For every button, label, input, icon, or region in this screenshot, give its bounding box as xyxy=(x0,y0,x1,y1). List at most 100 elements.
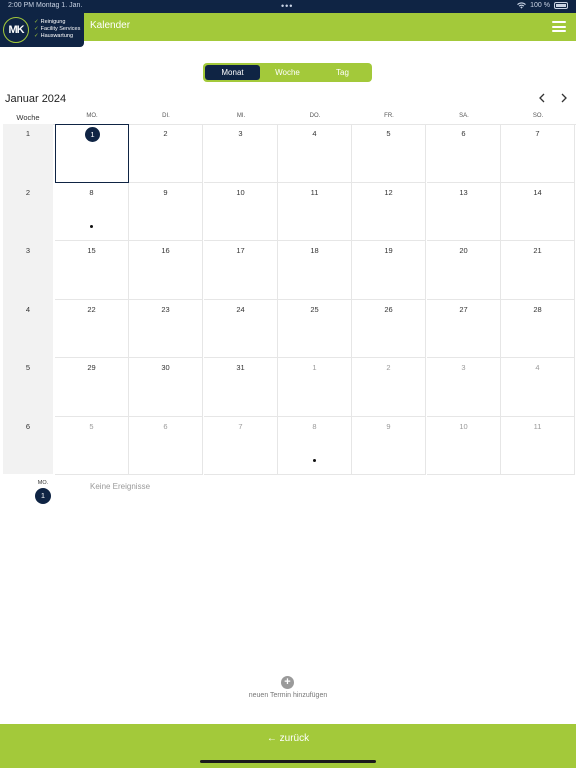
calendar-day-cell[interactable]: 28 xyxy=(501,299,575,358)
view-day-button[interactable]: Tag xyxy=(315,65,370,80)
back-button[interactable]: ← zurück xyxy=(250,733,326,744)
calendar-day-cell[interactable]: 24 xyxy=(204,299,278,358)
view-month-button[interactable]: Monat xyxy=(205,65,260,80)
calendar-day-cell[interactable]: 6 xyxy=(427,124,501,183)
check-icon: ✓ xyxy=(34,26,39,32)
selected-day-number: 1 xyxy=(35,488,51,504)
calendar-day-cell[interactable]: 20 xyxy=(427,241,501,300)
calendar-day-cell[interactable]: 17 xyxy=(204,241,278,300)
week-number: 5 xyxy=(25,363,31,372)
back-label: zurück xyxy=(279,733,310,744)
status-time: 2:00 PM Montag 1. Jan. xyxy=(8,2,83,9)
plus-icon[interactable]: + xyxy=(281,676,294,689)
weekday-label: FR. xyxy=(384,113,394,119)
hamburger-icon[interactable] xyxy=(552,21,566,32)
calendar-day-cell[interactable]: 26 xyxy=(352,299,426,358)
day-number: 21 xyxy=(533,246,542,255)
calendar-day-cell[interactable]: 11 xyxy=(501,416,575,475)
day-number: 13 xyxy=(459,187,468,197)
day-number: 4 xyxy=(312,129,317,138)
weekday-label: DI. xyxy=(162,113,170,119)
chevron-left-icon[interactable] xyxy=(536,93,548,106)
calendar-day-cell[interactable]: 2 xyxy=(129,124,203,183)
add-appointment-button[interactable]: neuen Termin hinzufügen xyxy=(200,692,376,699)
status-right: 100 % xyxy=(517,2,568,9)
chevron-right-icon[interactable] xyxy=(558,93,570,106)
calendar-day-cell[interactable]: 19 xyxy=(352,241,426,300)
week-column-header: Woche xyxy=(16,113,40,122)
calendar-day-cell[interactable]: 18 xyxy=(278,241,352,300)
day-number: 3 xyxy=(461,363,466,372)
calendar-day-cell[interactable]: 29 xyxy=(55,358,129,417)
calendar-day-cell[interactable]: 25 xyxy=(278,299,352,358)
calendar-day-cell[interactable]: 9 xyxy=(352,416,426,475)
calendar-day-cell[interactable]: 1 xyxy=(278,358,352,417)
calendar-day-cell[interactable]: 3 xyxy=(204,124,278,183)
calendar-day-cell[interactable]: 11 xyxy=(278,182,352,241)
day-number: 18 xyxy=(310,246,319,255)
selected-day-name: MO. xyxy=(37,480,49,486)
event-dot xyxy=(313,458,316,462)
calendar-day-cell[interactable]: 22 xyxy=(55,299,129,358)
day-number: 12 xyxy=(384,187,393,197)
day-number: 8 xyxy=(312,421,317,431)
day-number: 9 xyxy=(386,421,391,431)
app-header: Kalender xyxy=(0,13,576,41)
calendar-day-cell[interactable]: 16 xyxy=(129,241,203,300)
day-number: 31 xyxy=(236,363,245,372)
weekday-header: Woche MO. DI. MI. DO. FR. SA. SO. xyxy=(0,110,576,124)
day-number: 27 xyxy=(459,304,468,314)
arrow-left-icon: ← xyxy=(266,733,277,744)
page-title: Kalender xyxy=(90,20,131,31)
view-week-button[interactable]: Woche xyxy=(260,65,315,80)
footer-bar: ← zurück xyxy=(0,724,576,768)
calendar-day-cell[interactable]: 5 xyxy=(55,416,129,475)
day-number: 11 xyxy=(310,187,319,197)
calendar-day-cell[interactable]: 4 xyxy=(501,358,575,417)
calendar-day-cell[interactable]: 9 xyxy=(129,182,203,241)
day-number: 6 xyxy=(163,421,168,431)
week-number: 6 xyxy=(25,421,31,431)
day-number: 3 xyxy=(238,129,243,138)
event-dot xyxy=(90,224,93,228)
day-number: 26 xyxy=(384,304,393,314)
day-number: 16 xyxy=(161,246,170,255)
wifi-icon xyxy=(517,2,527,9)
weekday-label: SA. xyxy=(459,113,469,119)
calendar-day-cell[interactable]: 8 xyxy=(278,416,352,475)
calendar-day-cell[interactable]: 4 xyxy=(278,124,352,183)
calendar-day-cell[interactable]: 31 xyxy=(204,358,278,417)
day-number: 29 xyxy=(87,363,96,372)
calendar-day-cell[interactable]: 10 xyxy=(204,182,278,241)
week-number: 1 xyxy=(25,129,31,138)
home-indicator[interactable] xyxy=(200,760,376,763)
calendar-day-cell[interactable]: 1 xyxy=(55,124,129,183)
calendar-day-cell[interactable]: 3 xyxy=(427,358,501,417)
calendar-day-cell[interactable]: 12 xyxy=(352,182,426,241)
week-number: 4 xyxy=(25,304,31,314)
calendar-day-cell[interactable]: 7 xyxy=(204,416,278,475)
calendar-day-cell[interactable]: 27 xyxy=(427,299,501,358)
day-number: 10 xyxy=(236,187,245,197)
calendar-day-cell[interactable]: 7 xyxy=(501,124,575,183)
calendar-day-cell[interactable]: 2 xyxy=(352,358,426,417)
weekday-label: SO. xyxy=(532,113,544,119)
calendar-day-cell[interactable]: 15 xyxy=(55,241,129,300)
day-number: 11 xyxy=(533,421,542,431)
calendar-day-cell[interactable]: 6 xyxy=(129,416,203,475)
logo-line: Hauswartung xyxy=(40,33,74,39)
weekday-label: DO. xyxy=(309,113,321,119)
calendar-day-cell[interactable]: 13 xyxy=(427,182,501,241)
calendar-day-cell[interactable]: 14 xyxy=(501,182,575,241)
day-number: 1 xyxy=(85,127,100,142)
day-number: 5 xyxy=(89,421,94,431)
calendar-day-cell[interactable]: 23 xyxy=(129,299,203,358)
calendar-day-cell[interactable]: 10 xyxy=(427,416,501,475)
calendar-day-cell[interactable]: 8 xyxy=(55,182,129,241)
view-switch: Monat Woche Tag xyxy=(203,63,372,82)
calendar-day-cell[interactable]: 21 xyxy=(501,241,575,300)
calendar-day-cell[interactable]: 5 xyxy=(352,124,426,183)
day-number: 2 xyxy=(163,129,168,138)
day-number: 19 xyxy=(384,246,393,255)
calendar-day-cell[interactable]: 30 xyxy=(129,358,203,417)
